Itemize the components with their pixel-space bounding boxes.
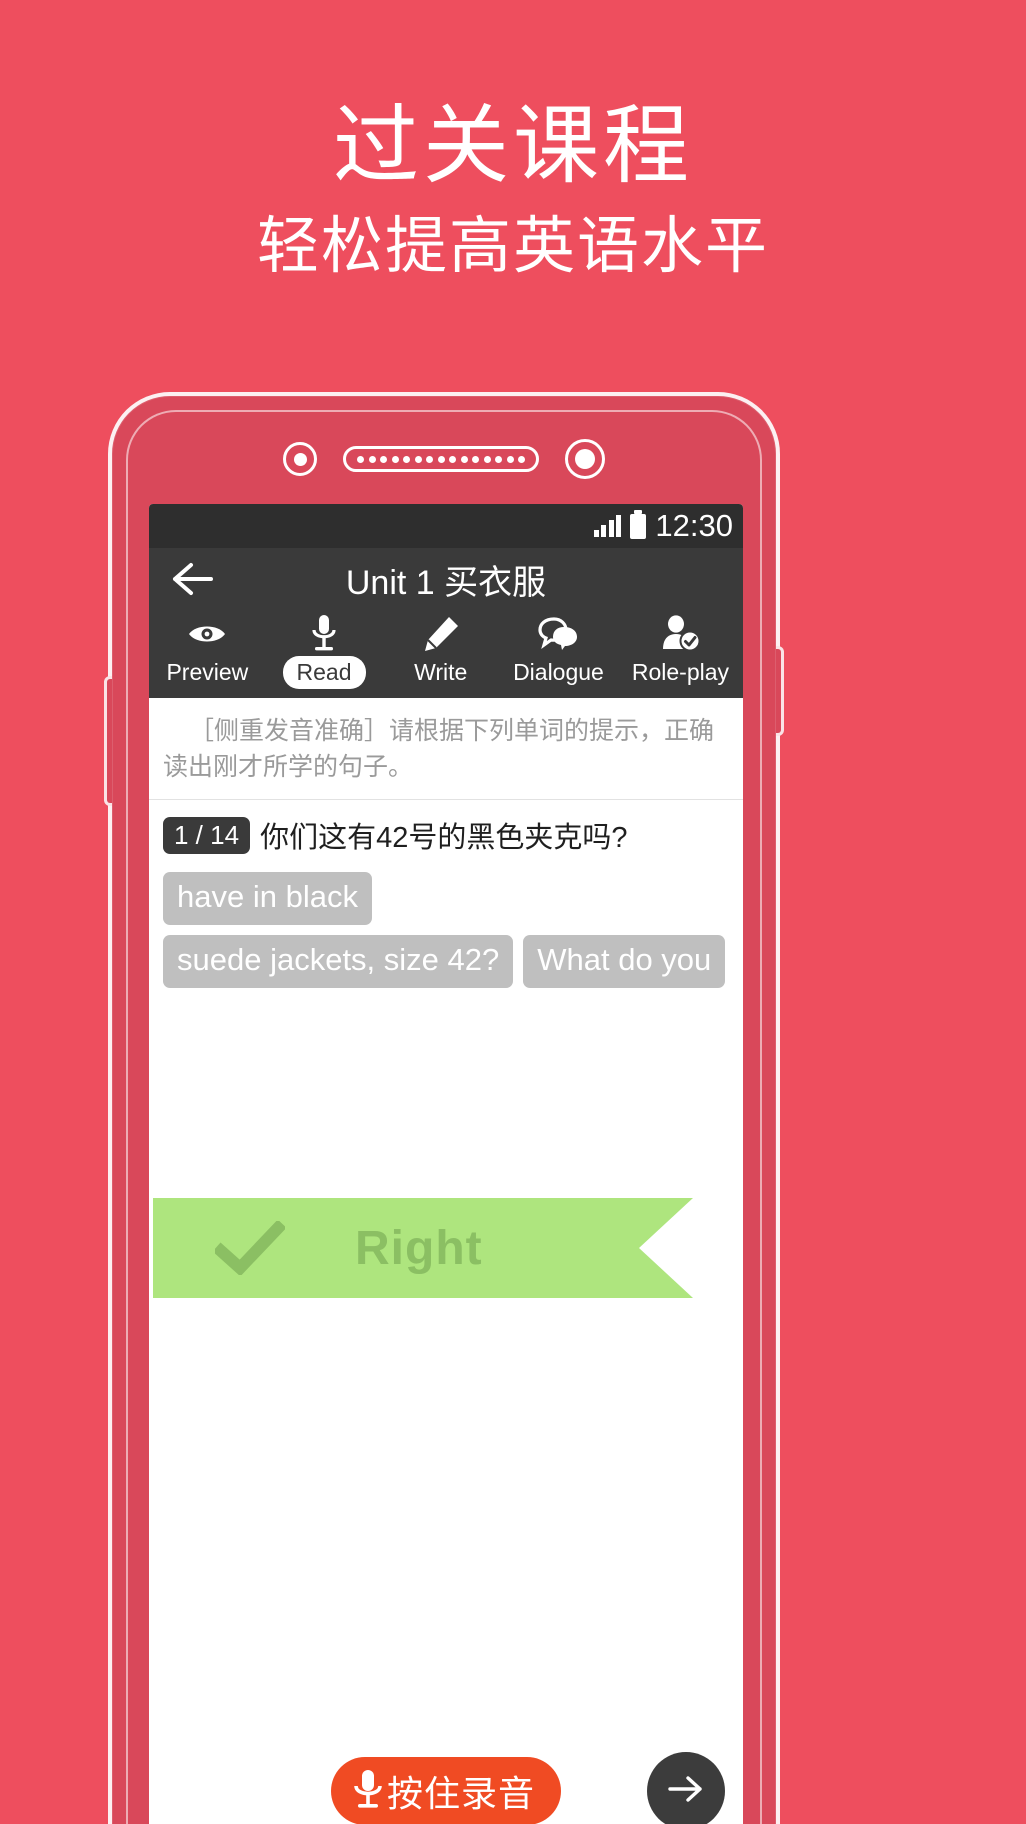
tab-dialogue[interactable]: Dialogue bbox=[499, 610, 618, 694]
speech-bubbles-icon bbox=[537, 614, 579, 654]
earpiece-speaker-grille bbox=[343, 446, 539, 472]
check-mark-icon bbox=[215, 1221, 285, 1275]
front-camera-icon bbox=[565, 439, 605, 479]
arrow-right-icon bbox=[664, 1772, 708, 1811]
hold-to-record-button[interactable]: 按住录音 bbox=[330, 1757, 561, 1824]
microphone-icon bbox=[351, 1766, 385, 1817]
phone-power-button bbox=[776, 646, 784, 736]
phone-screen: 12:30 Unit 1 买衣服 Preview Read Write Dial… bbox=[149, 504, 743, 1824]
next-question-button[interactable] bbox=[647, 1752, 725, 1824]
result-banner: Right bbox=[153, 1198, 693, 1298]
tab-label: Preview bbox=[166, 659, 249, 685]
progress-badge: 1 / 14 bbox=[163, 816, 251, 854]
tab-label: Write bbox=[414, 659, 468, 685]
word-chip[interactable]: What do you bbox=[523, 935, 726, 988]
microphone-icon bbox=[309, 614, 339, 654]
word-chip[interactable]: suede jackets, size 42? bbox=[163, 935, 514, 988]
tab-label: Role-play bbox=[631, 659, 730, 685]
tab-preview[interactable]: Preview bbox=[149, 610, 266, 694]
back-arrow-icon[interactable] bbox=[165, 551, 221, 607]
promo-subtitle: 轻松提高英语水平 bbox=[256, 211, 769, 281]
eye-icon bbox=[186, 614, 228, 654]
status-bar: 12:30 bbox=[149, 504, 743, 548]
tab-label: Dialogue bbox=[513, 659, 604, 685]
phone-top-hardware bbox=[112, 436, 776, 482]
result-banner-wrapper: Right bbox=[149, 1198, 743, 1298]
mode-tab-bar: Preview Read Write Dialogue Role-play bbox=[149, 610, 743, 698]
promo-header: 过关课程 轻松提高英语水平 bbox=[0, 0, 1026, 281]
result-label: Right bbox=[355, 1221, 483, 1275]
signal-bars-icon bbox=[593, 515, 622, 537]
person-check-icon bbox=[659, 614, 701, 654]
proximity-sensor-icon bbox=[283, 442, 317, 476]
answer-area-spacer bbox=[149, 988, 743, 1198]
tab-label: Read bbox=[282, 656, 366, 689]
phone-volume-button bbox=[104, 676, 112, 806]
bottom-control-bar: 按住录音 bbox=[149, 1716, 743, 1824]
phone-mockup: 12:30 Unit 1 买衣服 Preview Read Write Dial… bbox=[104, 392, 784, 1824]
word-chip[interactable]: have in black bbox=[163, 872, 372, 925]
exercise-instruction: ［侧重发音准确］请根据下列单词的提示，正确读出刚才所学的句子。 bbox=[149, 698, 743, 800]
app-bar: Unit 1 买衣服 bbox=[149, 548, 743, 610]
pencil-icon bbox=[422, 614, 460, 654]
question-row: 1 / 14 你们这有42号的黑色夹克吗? bbox=[149, 800, 743, 862]
battery-full-icon bbox=[630, 509, 647, 539]
record-button-label: 按住录音 bbox=[386, 1773, 535, 1814]
tab-write[interactable]: Write bbox=[382, 610, 499, 694]
question-text: 你们这有42号的黑色夹克吗? bbox=[260, 822, 628, 854]
tab-read[interactable]: Read bbox=[266, 610, 383, 694]
tab-role-play[interactable]: Role-play bbox=[618, 610, 743, 694]
page-title: Unit 1 买衣服 bbox=[345, 563, 547, 602]
status-bar-clock: 12:30 bbox=[655, 508, 733, 543]
word-hint-chips: have in black suede jackets, size 42? Wh… bbox=[149, 862, 743, 988]
promo-title: 过关课程 bbox=[333, 98, 693, 194]
